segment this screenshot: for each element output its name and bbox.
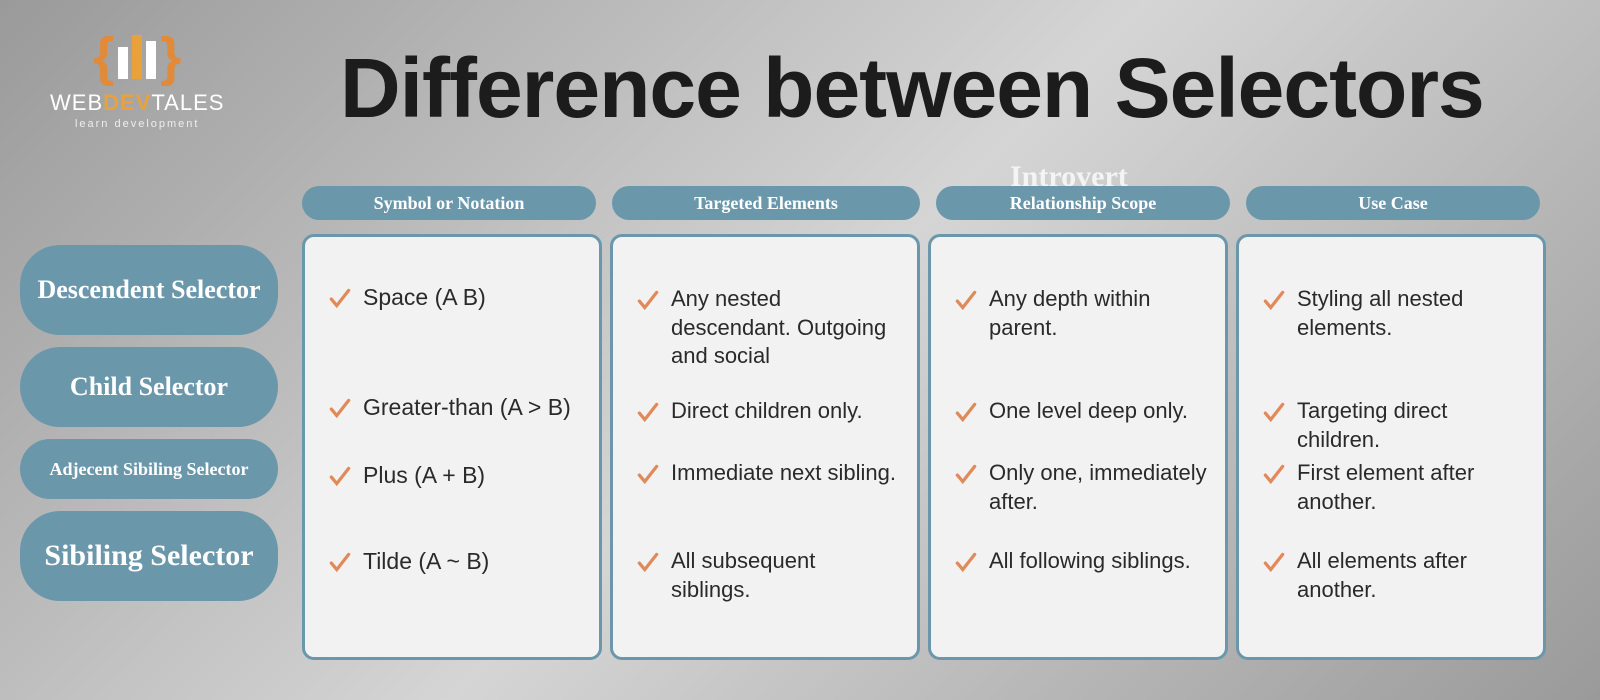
row-label-child: Child Selector: [20, 347, 278, 427]
cell-scope-sibling: All following siblings.: [953, 547, 1207, 576]
cell-text: First element after another.: [1297, 459, 1525, 516]
check-icon: [327, 463, 353, 489]
cell-text: Plus (A + B): [363, 461, 485, 491]
row-label-sibling: Sibiling Selector: [20, 511, 278, 601]
row-label-descendent: Descendent Selector: [20, 245, 278, 335]
cell-symbol-descendent: Space (A B): [327, 283, 581, 313]
brace-right-icon: }: [160, 30, 181, 84]
col-header-scope: Relationship Scope: [936, 186, 1230, 220]
cell-text: Greater-than (A > B): [363, 393, 571, 423]
column-headers: Symbol or Notation Targeted Elements Rel…: [302, 186, 1540, 220]
check-icon: [635, 549, 661, 575]
check-icon: [635, 399, 661, 425]
cell-targeted-descendent: Any nested descendant. Outgoing and soci…: [635, 285, 899, 371]
cell-text: All elements after another.: [1297, 547, 1525, 604]
cell-text: Styling all nested elements.: [1297, 285, 1525, 342]
cell-text: Any depth within parent.: [989, 285, 1207, 342]
cell-text: Targeting direct children.: [1297, 397, 1525, 454]
col-header-usecase: Use Case: [1246, 186, 1540, 220]
cell-usecase-sibling: All elements after another.: [1261, 547, 1525, 604]
cell-text: Direct children only.: [671, 397, 863, 426]
logo-mark: { }: [50, 30, 224, 84]
check-icon: [953, 549, 979, 575]
check-icon: [953, 287, 979, 313]
cell-scope-descendent: Any depth within parent.: [953, 285, 1207, 342]
brace-left-icon: {: [93, 30, 114, 84]
check-icon: [327, 395, 353, 421]
panel-targeted: Any nested descendant. Outgoing and soci…: [610, 234, 920, 660]
col-header-targeted: Targeted Elements: [612, 186, 920, 220]
check-icon: [1261, 461, 1287, 487]
cell-text: Tilde (A ~ B): [363, 547, 489, 577]
row-label-adjacent-sibling: Adjecent Sibiling Selector: [20, 439, 278, 499]
bars-icon: [118, 35, 156, 79]
check-icon: [327, 285, 353, 311]
panel-symbol: Space (A B) Greater-than (A > B) Plus (A…: [302, 234, 602, 660]
cell-usecase-descendent: Styling all nested elements.: [1261, 285, 1525, 342]
cell-scope-adjacent: Only one, immediately after.: [953, 459, 1207, 516]
check-icon: [635, 287, 661, 313]
logo-text: WEBDEVTALES: [50, 90, 224, 116]
page-title: Difference between Selectors: [340, 40, 1484, 137]
check-icon: [1261, 399, 1287, 425]
row-labels: Descendent Selector Child Selector Adjec…: [20, 245, 278, 601]
cell-targeted-adjacent: Immediate next sibling.: [635, 459, 899, 488]
cell-scope-child: One level deep only.: [953, 397, 1207, 426]
cell-targeted-child: Direct children only.: [635, 397, 899, 426]
cell-symbol-adjacent: Plus (A + B): [327, 461, 581, 491]
check-icon: [953, 399, 979, 425]
logo-subtext: learn development: [50, 118, 224, 130]
cell-text: Only one, immediately after.: [989, 459, 1207, 516]
cell-usecase-child: Targeting direct children.: [1261, 397, 1525, 454]
check-icon: [953, 461, 979, 487]
col-header-symbol: Symbol or Notation: [302, 186, 596, 220]
check-icon: [1261, 549, 1287, 575]
comparison-panels: Space (A B) Greater-than (A > B) Plus (A…: [302, 234, 1546, 660]
check-icon: [635, 461, 661, 487]
check-icon: [1261, 287, 1287, 313]
panel-usecase: Styling all nested elements. Targeting d…: [1236, 234, 1546, 660]
cell-text: Space (A B): [363, 283, 486, 313]
cell-symbol-sibling: Tilde (A ~ B): [327, 547, 581, 577]
cell-text: Any nested descendant. Outgoing and soci…: [671, 285, 899, 371]
cell-targeted-sibling: All subsequent siblings.: [635, 547, 899, 604]
cell-text: All following siblings.: [989, 547, 1191, 576]
cell-usecase-adjacent: First element after another.: [1261, 459, 1525, 516]
cell-text: All subsequent siblings.: [671, 547, 899, 604]
check-icon: [327, 549, 353, 575]
panel-scope: Any depth within parent. One level deep …: [928, 234, 1228, 660]
brand-logo: { } WEBDEVTALES learn development: [50, 30, 224, 130]
cell-symbol-child: Greater-than (A > B): [327, 393, 581, 423]
cell-text: Immediate next sibling.: [671, 459, 896, 488]
cell-text: One level deep only.: [989, 397, 1188, 426]
